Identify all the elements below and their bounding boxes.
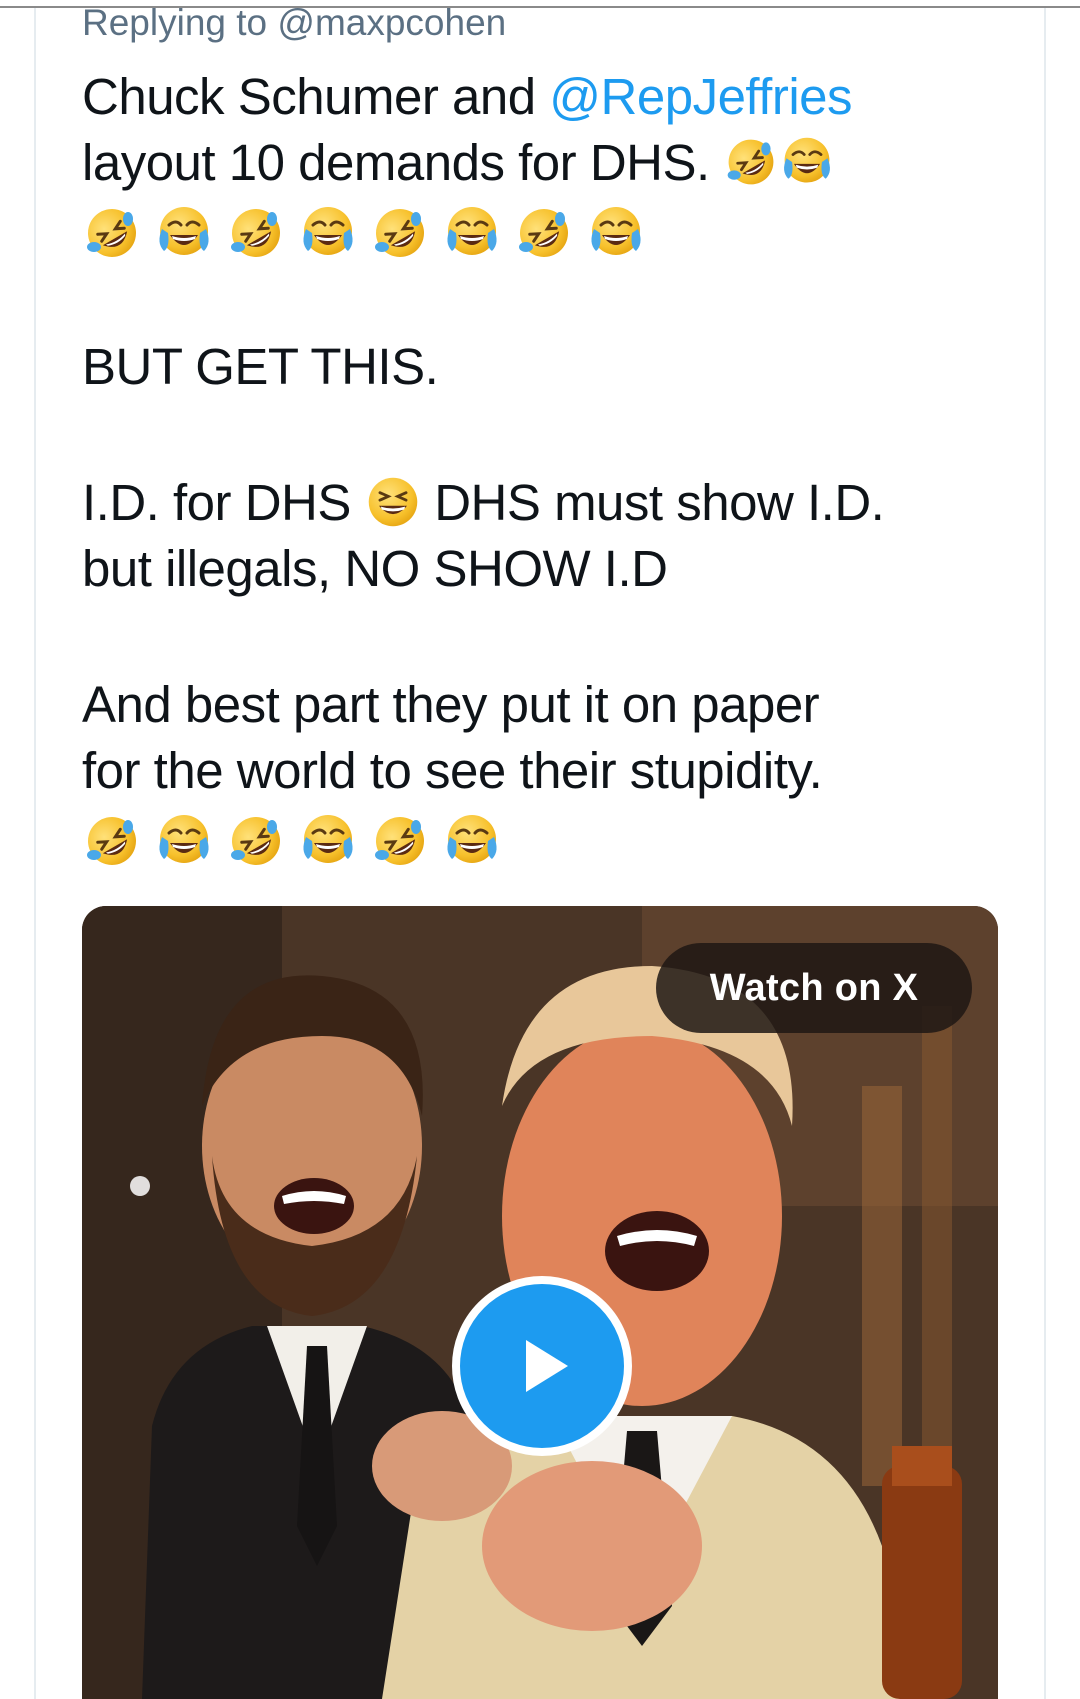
tweet-line-3: BUT GET THIS. <box>82 338 439 395</box>
replying-to-handle[interactable]: @maxpcohen <box>277 2 506 43</box>
face-with-tears-of-joy-icon <box>154 203 214 263</box>
frame-border-right <box>1044 8 1046 1699</box>
play-button[interactable] <box>452 1276 632 1456</box>
rolling-on-floor-laughing-icon <box>82 811 142 871</box>
video-media[interactable]: Watch on X <box>82 906 998 1699</box>
emoji-row-1 <box>82 200 646 266</box>
rolling-on-floor-laughing-icon <box>370 203 430 263</box>
face-with-tears-of-joy-icon <box>442 811 502 871</box>
mention-link-repjeffries[interactable]: @RepJeffries <box>549 68 852 125</box>
face-with-tears-of-joy-icon <box>298 811 358 871</box>
tweet-line-7: for the world to see their stupidity. <box>82 742 823 799</box>
rolling-on-floor-laughing-icon <box>723 134 779 190</box>
rolling-on-floor-laughing-icon <box>370 811 430 871</box>
watch-on-x-button[interactable]: Watch on X <box>656 943 972 1033</box>
emoji-row-2 <box>82 808 502 874</box>
tweet-text: I.D. for DHS <box>82 474 351 531</box>
face-with-tears-of-joy-icon <box>154 811 214 871</box>
face-with-tears-of-joy-icon <box>442 203 502 263</box>
rolling-on-floor-laughing-icon <box>226 811 286 871</box>
tweet-line-1: Chuck Schumer and @RepJeffries <box>82 64 853 130</box>
tweet-text: DHS must show I.D. <box>434 474 885 531</box>
replying-to-context: Replying to @maxpcohen <box>82 0 506 46</box>
replying-to-label: Replying to <box>82 2 268 43</box>
rolling-on-floor-laughing-icon <box>514 203 574 263</box>
tweet-text: Chuck Schumer and <box>82 68 550 125</box>
tweet-text: layout 10 demands for DHS. <box>82 134 710 191</box>
tweet-line-4: I.D. for DHS DHS must show I.D. <box>82 470 885 536</box>
grinning-squinting-face-icon <box>365 474 421 530</box>
tweet-line-2: layout 10 demands for DHS. <box>82 130 835 196</box>
face-with-tears-of-joy-icon <box>298 203 358 263</box>
rolling-on-floor-laughing-icon <box>226 203 286 263</box>
tweet-line-5: but illegals, NO SHOW I.D <box>82 540 668 597</box>
play-icon <box>526 1340 568 1392</box>
tweet-line-6: And best part they put it on paper <box>82 676 820 733</box>
face-with-tears-of-joy-icon <box>586 203 646 263</box>
face-with-tears-of-joy-icon <box>779 134 835 190</box>
frame-border-left <box>34 8 36 1699</box>
rolling-on-floor-laughing-icon <box>82 203 142 263</box>
